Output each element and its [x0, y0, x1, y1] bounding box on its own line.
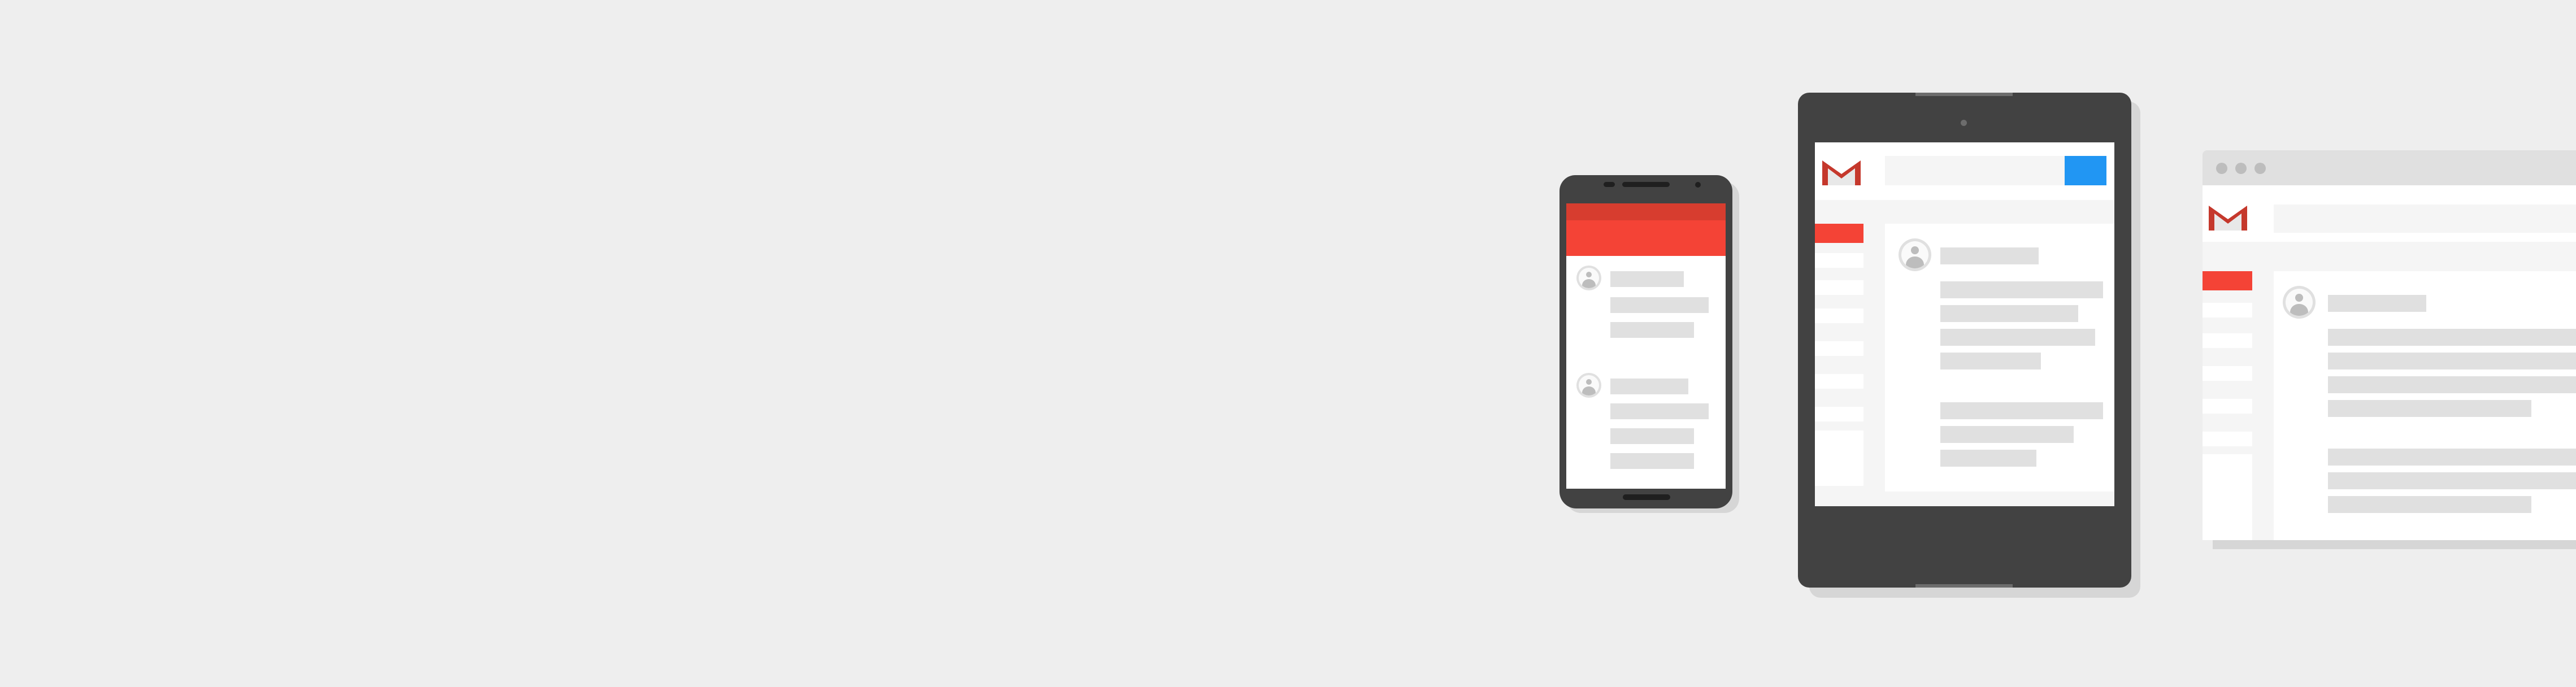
tablet-top-button	[1915, 93, 2013, 96]
phone-earpiece	[1622, 182, 1670, 187]
message-line-placeholder	[2328, 449, 2576, 466]
browser-sidebar-item[interactable]	[2203, 333, 2252, 348]
tablet-sidebar-item[interactable]	[1815, 308, 1863, 323]
message-line-placeholder	[1610, 403, 1709, 419]
message-line-placeholder	[1940, 305, 2078, 322]
message-line-placeholder	[1610, 322, 1694, 338]
message-sender-placeholder	[2328, 295, 2426, 312]
message-line-placeholder	[2328, 496, 2531, 513]
tablet-camera	[1961, 120, 1967, 126]
gmail-logo	[2209, 206, 2247, 231]
message-sender-placeholder	[1940, 247, 2039, 264]
message-line-placeholder	[1610, 297, 1709, 313]
browser-search-box[interactable]	[2274, 205, 2576, 233]
message-line-placeholder	[1610, 453, 1694, 469]
phone-speaker-dot	[1604, 182, 1615, 187]
tablet-sidebar-item[interactable]	[1815, 374, 1863, 389]
tablet-sidebar-item[interactable]	[1815, 431, 1863, 486]
message-line-placeholder	[2328, 376, 2576, 393]
tablet-compose-button[interactable]	[2065, 156, 2106, 185]
message-line-placeholder	[1940, 450, 2036, 467]
phone-status-bar	[1566, 203, 1726, 220]
account-circle-icon	[2283, 286, 2316, 319]
message-line-placeholder	[1940, 402, 2103, 419]
account-circle-icon	[1576, 373, 1601, 398]
message-sender-placeholder	[1610, 379, 1688, 394]
browser-sidebar-item[interactable]	[2203, 303, 2252, 318]
tablet-sidebar-item[interactable]	[1815, 253, 1863, 268]
browser-sidebar-item[interactable]	[2203, 432, 2252, 446]
message-line-placeholder	[2328, 472, 2576, 489]
browser-sidebar-item[interactable]	[2203, 366, 2252, 381]
message-sender-placeholder	[1610, 271, 1684, 287]
window-maximize-dot[interactable]	[2254, 163, 2266, 174]
tablet-sidebar-item[interactable]	[1815, 280, 1863, 295]
tablet-screen	[1815, 142, 2114, 506]
browser-sidebar-item[interactable]	[2203, 454, 2252, 540]
phone-camera	[1695, 182, 1701, 188]
message-line-placeholder	[1940, 329, 2095, 346]
browser-sidebar-item-active[interactable]	[2203, 271, 2252, 290]
message-line-placeholder	[2328, 353, 2576, 369]
tablet-sidebar-item[interactable]	[1815, 341, 1863, 356]
tablet-device	[1798, 93, 2131, 588]
tablet-bottom-button	[1915, 584, 2013, 588]
message-line-placeholder	[2328, 329, 2576, 346]
phone-home-bar	[1623, 494, 1670, 500]
message-line-placeholder	[1610, 428, 1694, 444]
phone-screen	[1566, 203, 1726, 489]
account-circle-icon	[1576, 266, 1601, 290]
phone-app-bar	[1566, 220, 1726, 256]
window-close-dot[interactable]	[2216, 163, 2227, 174]
gmail-logo	[1822, 160, 1861, 185]
message-line-placeholder	[1940, 281, 2103, 298]
message-line-placeholder	[1940, 426, 2074, 443]
tablet-sidebar-item-active[interactable]	[1815, 224, 1863, 243]
browser-window	[2203, 150, 2576, 540]
phone-device	[1559, 175, 1732, 508]
account-circle-icon	[1899, 238, 1931, 271]
browser-sidebar-item[interactable]	[2203, 399, 2252, 414]
message-line-placeholder	[2328, 400, 2531, 417]
tablet-sidebar-item[interactable]	[1815, 407, 1863, 421]
message-line-placeholder	[1940, 353, 2041, 369]
tablet-search-box[interactable]	[1885, 156, 2065, 185]
window-minimize-dot[interactable]	[2235, 163, 2247, 174]
